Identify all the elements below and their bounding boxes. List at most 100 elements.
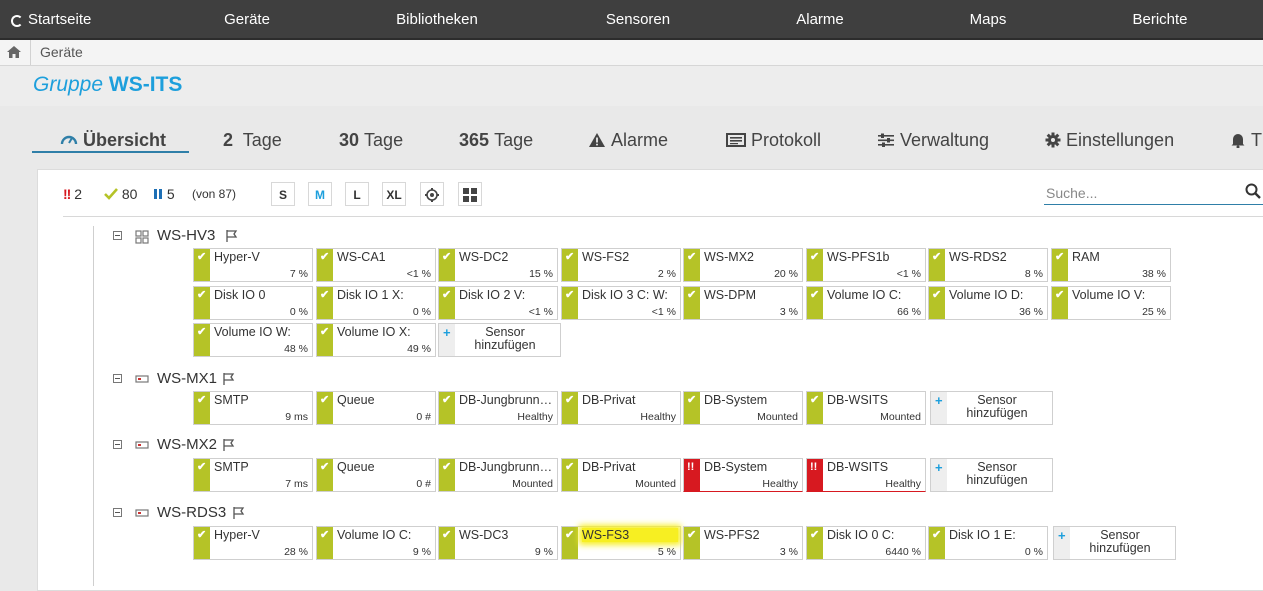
sensor-tile[interactable]: ✔ Volume IO D: 36 % bbox=[928, 286, 1048, 320]
sensor-value: 3 % bbox=[779, 306, 798, 318]
size-s-button[interactable]: S bbox=[271, 182, 295, 206]
sensor-tile[interactable]: ✔ WS-PFS1b <1 % bbox=[806, 248, 926, 282]
sensor-tile[interactable]: ✔ SMTP 7 ms bbox=[193, 458, 313, 492]
nav-bibliotheken[interactable]: Bibliotheken bbox=[396, 0, 478, 38]
sensor-tile[interactable]: ✔ Disk IO 2 V: <1 % bbox=[438, 286, 558, 320]
flag-icon[interactable] bbox=[225, 229, 239, 243]
sensor-tile[interactable]: ✔ Volume IO C: 9 % bbox=[316, 526, 436, 560]
tab-manage[interactable]: Verwaltung bbox=[877, 130, 989, 151]
sensor-tile[interactable]: ✔ WS-RDS2 8 % bbox=[928, 248, 1048, 282]
tab-log[interactable]: Protokoll bbox=[726, 130, 821, 151]
sensor-value: 25 % bbox=[1142, 306, 1166, 318]
sensor-tile[interactable]: !! DB-WSITS Healthy bbox=[806, 458, 926, 492]
nav-maps[interactable]: Maps bbox=[970, 0, 1007, 38]
sensor-tile[interactable]: ✔ Volume IO V: 25 % bbox=[1051, 286, 1171, 320]
collapse-toggle[interactable] bbox=[113, 508, 122, 517]
sensor-tile[interactable]: ✔ DB-System Mounted bbox=[683, 391, 803, 425]
sensor-value: 6440 % bbox=[885, 546, 921, 558]
flag-icon[interactable] bbox=[222, 438, 236, 452]
nav-sensoren[interactable]: Sensoren bbox=[606, 0, 670, 38]
sensor-value: 36 % bbox=[1019, 306, 1043, 318]
search-icon[interactable] bbox=[1245, 183, 1261, 199]
sensor-name: WS-MX2 bbox=[704, 250, 754, 264]
sensor-tile[interactable]: !! DB-System Healthy bbox=[683, 458, 803, 492]
collapse-toggle[interactable] bbox=[113, 231, 122, 240]
sensor-name: SMTP bbox=[214, 393, 249, 407]
sensor-tile[interactable]: ✔ Volume IO X: 49 % bbox=[316, 323, 436, 357]
size-l-button[interactable]: L bbox=[345, 182, 369, 206]
sensor-tile[interactable]: ✔ Hyper-V 7 % bbox=[193, 248, 313, 282]
add-sensor-button[interactable]: + Sensor hinzufügen bbox=[438, 323, 561, 357]
device-name[interactable]: WS-RDS3 bbox=[157, 504, 226, 521]
sensor-tile[interactable]: ✔ DB-Privat Mounted bbox=[561, 458, 681, 492]
sensor-tile[interactable]: ✔ RAM 38 % bbox=[1051, 248, 1171, 282]
sensor-tile[interactable]: ✔ Disk IO 0 0 % bbox=[193, 286, 313, 320]
status-count-error[interactable]: !! 2 bbox=[63, 183, 82, 205]
settings-button[interactable] bbox=[420, 182, 444, 206]
tree-connector bbox=[93, 226, 94, 586]
sensor-tile[interactable]: ✔ WS-DPM 3 % bbox=[683, 286, 803, 320]
sensor-tile[interactable]: ✔ DB-Jungbrunn… Mounted bbox=[438, 458, 558, 492]
tab-2-days[interactable]: 2 Tage bbox=[223, 130, 282, 151]
breadcrumb-item-geraete[interactable]: Geräte bbox=[40, 44, 83, 60]
device-name[interactable]: WS-MX1 bbox=[157, 370, 217, 387]
collapse-toggle[interactable] bbox=[113, 374, 122, 383]
checkmark-icon: ✔ bbox=[442, 529, 452, 541]
sensor-tile[interactable]: ✔ Disk IO 0 C: 6440 % bbox=[806, 526, 926, 560]
home-icon[interactable] bbox=[6, 44, 22, 60]
sensor-tile[interactable]: ✔ WS-FS3 5 % bbox=[561, 526, 681, 560]
sensor-tile[interactable]: ✔ Disk IO 1 X: 0 % bbox=[316, 286, 436, 320]
add-sensor-button[interactable]: + Sensor hinzufügen bbox=[1053, 526, 1176, 560]
sensor-name: RAM bbox=[1072, 250, 1100, 264]
sensor-tile[interactable]: ✔ Volume IO W: 48 % bbox=[193, 323, 313, 357]
status-count-ok[interactable]: 80 bbox=[104, 183, 137, 205]
add-sensor-button[interactable]: + Sensor hinzufügen bbox=[930, 391, 1053, 425]
checkmark-icon: ✔ bbox=[320, 289, 330, 301]
size-xl-button[interactable]: XL bbox=[382, 182, 406, 206]
add-sensor-button[interactable]: + Sensor hinzufügen bbox=[930, 458, 1053, 492]
sensor-tile[interactable]: ✔ WS-DC3 9 % bbox=[438, 526, 558, 560]
checkmark-icon: ✔ bbox=[1055, 289, 1065, 301]
tab-overview[interactable]: Übersicht bbox=[60, 130, 166, 151]
sensor-tile[interactable]: ✔ WS-CA1 <1 % bbox=[316, 248, 436, 282]
sensor-tile[interactable]: ✔ Hyper-V 28 % bbox=[193, 526, 313, 560]
sensor-status-bar: ✔ bbox=[439, 459, 455, 491]
search-input[interactable] bbox=[1044, 182, 1263, 205]
sensor-value: 3 % bbox=[779, 546, 798, 558]
flag-icon[interactable] bbox=[222, 372, 236, 386]
checkmark-icon: ✔ bbox=[197, 251, 207, 263]
sensor-tile[interactable]: ✔ WS-PFS2 3 % bbox=[683, 526, 803, 560]
sensor-tile[interactable]: ✔ Queue 0 # bbox=[316, 458, 436, 492]
sensor-value: Mounted bbox=[757, 411, 798, 423]
sensor-tile[interactable]: ✔ DB-WSITS Mounted bbox=[806, 391, 926, 425]
tab-alarms[interactable]: Alarme bbox=[588, 130, 668, 151]
sensor-name: WS-PFS2 bbox=[704, 528, 760, 542]
tile-view-button[interactable] bbox=[458, 182, 482, 206]
collapse-toggle[interactable] bbox=[113, 440, 122, 449]
sensor-tile[interactable]: ✔ Disk IO 1 E: 0 % bbox=[928, 526, 1048, 560]
sensor-tile[interactable]: ✔ Queue 0 # bbox=[316, 391, 436, 425]
sensor-tile[interactable]: ✔ DB-Jungbrunn… Healthy bbox=[438, 391, 558, 425]
nav-geraete[interactable]: Geräte bbox=[224, 0, 270, 38]
tab-30-days[interactable]: 30 Tage bbox=[339, 130, 403, 151]
nav-alarme[interactable]: Alarme bbox=[796, 0, 844, 38]
size-m-button[interactable]: M bbox=[308, 182, 332, 206]
sensor-tile[interactable]: ✔ WS-MX2 20 % bbox=[683, 248, 803, 282]
sensor-tile[interactable]: ✔ DB-Privat Healthy bbox=[561, 391, 681, 425]
sensor-tile[interactable]: ✔ WS-DC2 15 % bbox=[438, 248, 558, 282]
sensor-tile[interactable]: ✔ Volume IO C: 66 % bbox=[806, 286, 926, 320]
device-name[interactable]: WS-MX2 bbox=[157, 436, 217, 453]
flag-icon[interactable] bbox=[232, 506, 246, 520]
tab-365-days[interactable]: 365 Tage bbox=[459, 130, 533, 151]
sensor-tile[interactable]: ✔ Disk IO 3 C: W: <1 % bbox=[561, 286, 681, 320]
status-count-paused[interactable]: 5 bbox=[153, 183, 175, 205]
nav-berichte[interactable]: Berichte bbox=[1132, 0, 1187, 38]
error-icon: !! bbox=[687, 461, 695, 473]
sensor-tile[interactable]: ✔ WS-FS2 2 % bbox=[561, 248, 681, 282]
nav-startseite[interactable]: Startseite bbox=[11, 0, 91, 38]
tab-settings[interactable]: Einstellungen bbox=[1045, 130, 1174, 151]
tab-truncated[interactable]: T bbox=[1230, 130, 1262, 151]
checkmark-icon: ✔ bbox=[197, 289, 207, 301]
sensor-tile[interactable]: ✔ SMTP 9 ms bbox=[193, 391, 313, 425]
device-name[interactable]: WS-HV3 bbox=[157, 227, 215, 244]
